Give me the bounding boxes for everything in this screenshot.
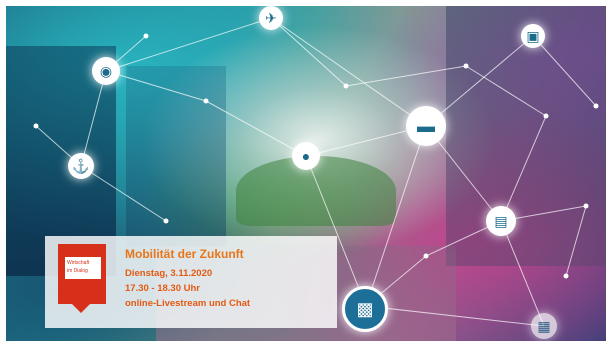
tram-icon: ▦: [531, 313, 557, 339]
logo-badge: Wirtschaft im Dialog: [58, 244, 106, 313]
event-time: 17.30 - 18.30 Uhr: [125, 283, 200, 294]
motorbike-icon: ●: [292, 142, 320, 170]
bus-icon: ▩: [342, 286, 388, 332]
airplane-icon: ✈: [259, 6, 283, 30]
logo-line2: im Dialog: [67, 268, 88, 274]
logo-label: Wirtschaft im Dialog: [64, 256, 102, 280]
car-icon: ◉: [92, 57, 120, 85]
event-card: Wirtschaft im Dialog Mobilität der Zukun…: [45, 236, 337, 328]
car-icon: ▬: [406, 106, 446, 146]
event-format: online-Livestream und Chat: [125, 298, 251, 309]
logo-line1: Wirtschaft: [67, 260, 90, 266]
event-title: Mobilität der Zukunft: [125, 247, 244, 261]
banner-image: ✈ ◉ ⚓ ▣ ▬ ● ▤ ▩ ▦ Wirtschaft im Dialog M…: [6, 6, 606, 341]
bus-icon: ▣: [521, 24, 545, 48]
ship-icon: ⚓: [68, 153, 94, 179]
train-icon: ▤: [486, 206, 516, 236]
event-date: Dienstag, 3.11.2020: [125, 268, 213, 279]
